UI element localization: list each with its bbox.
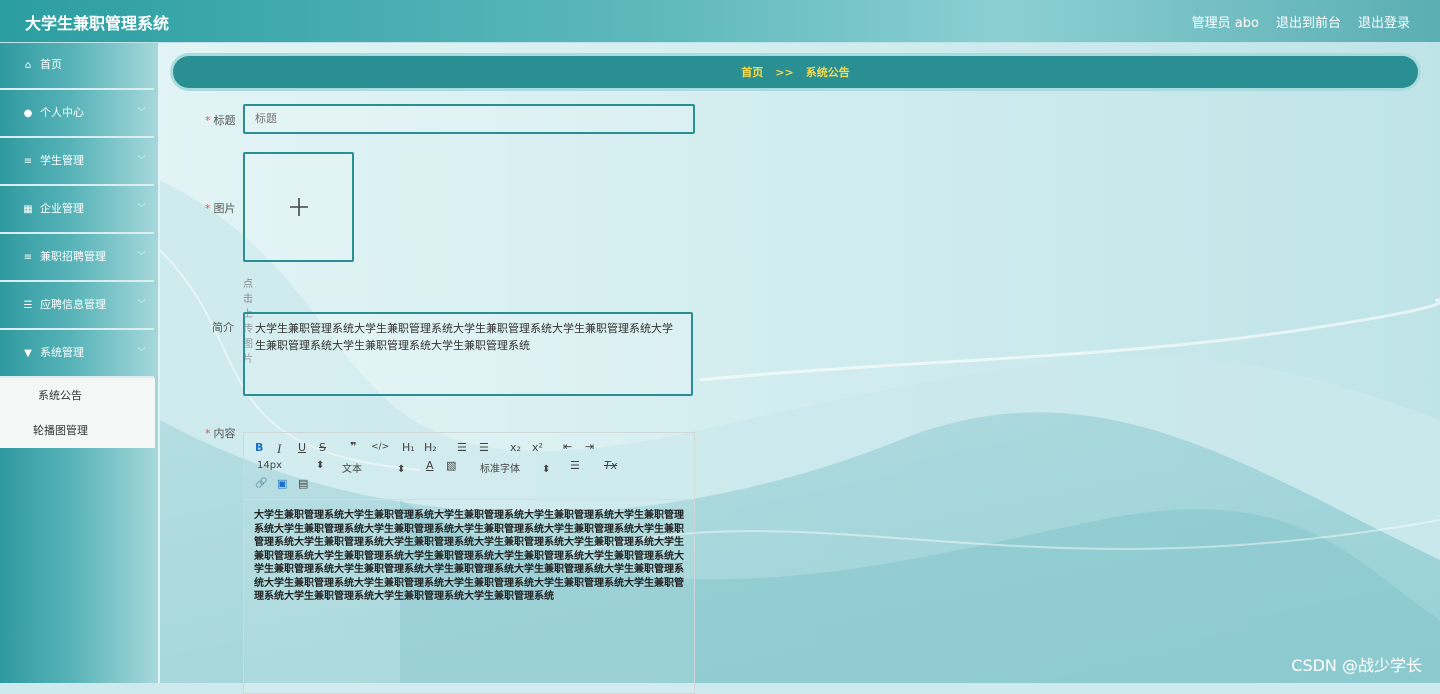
intro-label: 简介 [212,321,234,334]
sidebar-item-system[interactable]: ▼ 系统管理 ﹀ [0,330,154,378]
sliders-icon: ☰ [23,300,33,311]
image-label: * 图片 [205,202,236,215]
bullet-list-button[interactable]: ☰ [479,441,489,454]
breadcrumb-current: 系统公告 [805,66,850,79]
wave-background [0,0,1440,683]
select-arrows-icon: ⬍ [397,464,406,475]
sidebar-item-jobs[interactable]: ≡ 兼职招聘管理 ﹀ [0,234,154,282]
title-label: * 标题 [205,114,236,127]
ordered-list-button[interactable]: ☰ [457,441,467,454]
intro-textarea[interactable]: 大学生兼职管理系统大学生兼职管理系统大学生兼职管理系统大学生兼职管理系统大学生兼… [243,312,693,396]
breadcrumb-home[interactable]: 首页 [741,64,763,80]
image-button[interactable]: ▣ [277,477,287,490]
watermark: CSDN @战少学长 [1291,656,1422,675]
submenu-item-carousel[interactable]: 轮播图管理 [0,413,155,448]
quote-button[interactable]: ❞ [350,440,356,453]
top-bar: 大学生兼职管理系统 管理员 abo 退出到前台 退出登录 [0,0,1440,43]
block-format-select[interactable]: 文本 ⬍ [342,460,405,475]
image-upload-button[interactable] [243,152,354,262]
background-color-button[interactable]: ▧ [446,459,456,472]
chevron-down-icon: ﹀ [136,156,146,166]
breadcrumb: 首页 >> 系统公告 [173,56,1418,88]
user-icon: ● [23,108,33,119]
settings-icon: ▼ [24,348,32,359]
superscript-button[interactable]: x² [532,441,543,454]
align-button[interactable]: ☰ [570,459,580,472]
sidebar-item-home[interactable]: ⌂ 首页 [0,42,154,90]
submenu-item-announcements[interactable]: 系统公告 [0,378,155,413]
sidebar-item-applications[interactable]: ☰ 应聘信息管理 ﹀ [0,282,154,330]
sidebar: ⌂ 首页 ● 个人中心 ﹀ ≡ 学生管理 ﹀ ▦ 企业管理 ﹀ ≡ 兼职招聘管理 ﹀ ☰ 应… [0,42,158,683]
editor-toolbar: B I U S ❞ </> H₁ H₂ ☰ ☰ x₂ x² ⇤ ⇥ 14px ⬍ … [244,433,694,500]
indent-button[interactable]: ⇥ [585,440,594,453]
logout-link[interactable]: 退出登录 [1358,12,1410,31]
top-right-links: 管理员 abo 退出到前台 退出登录 [1192,12,1410,31]
sidebar-item-personal[interactable]: ● 个人中心 ﹀ [0,90,154,138]
strike-button[interactable]: S [319,441,326,454]
grid-icon: ▦ [23,204,33,215]
editor-content[interactable]: 大学生兼职管理系统大学生兼职管理系统大学生兼职管理系统大学生兼职管理系统大学生兼… [254,509,684,604]
h1-button[interactable]: H₁ [402,441,415,454]
title-field[interactable] [243,104,695,134]
sidebar-item-label: 个人中心 [40,106,84,119]
underline-button[interactable]: U [298,441,306,454]
sidebar-item-label: 系统管理 [40,346,84,359]
plus-icon [289,198,308,216]
chevron-down-icon: ﹀ [136,252,146,262]
video-button[interactable]: ▤ [298,477,308,490]
h2-button[interactable]: H₂ [424,441,437,454]
background [0,0,1440,683]
chevron-down-icon: ﹀ [136,348,146,358]
sidebar-item-label: 应聘信息管理 [40,298,106,311]
font-color-button[interactable]: A [426,459,434,472]
sidebar-item-label: 首页 [40,58,62,71]
sidebar-item-label: 兼职招聘管理 [40,250,106,263]
font-size-select[interactable]: 14px ⬍ [257,460,324,471]
chevron-down-icon: ﹀ [136,108,146,118]
admin-user-label[interactable]: 管理员 abo [1192,12,1259,31]
code-button[interactable]: </> [371,442,389,452]
content-label: * 内容 [205,427,236,440]
list-icon: ≡ [23,156,33,167]
home-icon: ⌂ [24,60,32,71]
rich-text-editor: B I U S ❞ </> H₁ H₂ ☰ ☰ x₂ x² ⇤ ⇥ 14px ⬍ … [243,432,695,694]
outdent-button[interactable]: ⇤ [563,440,572,453]
italic-button[interactable]: I [277,441,281,457]
subscript-button[interactable]: x₂ [510,441,521,454]
clear-format-button[interactable]: Tx [604,459,617,472]
sidebar-item-label: 企业管理 [40,202,84,215]
breadcrumb-separator: >> [775,65,794,79]
sidebar-submenu: 系统公告 轮播图管理 [0,378,155,448]
app-title: 大学生兼职管理系统 [25,14,170,33]
chevron-down-icon: ﹀ [136,300,146,310]
title-input[interactable] [245,106,685,130]
link-button[interactable]: 🔗 [255,478,267,489]
exit-to-front-link[interactable]: 退出到前台 [1276,12,1341,31]
sidebar-item-label: 学生管理 [40,154,84,167]
sidebar-item-students[interactable]: ≡ 学生管理 ﹀ [0,138,154,186]
bold-button[interactable]: B [255,441,263,454]
select-arrows-icon: ⬍ [542,464,551,475]
sidebar-item-companies[interactable]: ▦ 企业管理 ﹀ [0,186,154,234]
list-icon: ≡ [23,252,33,263]
select-arrows-icon: ⬍ [316,460,325,471]
chevron-down-icon: ﹀ [136,204,146,214]
font-family-select[interactable]: 标准字体 ⬍ [480,460,550,475]
